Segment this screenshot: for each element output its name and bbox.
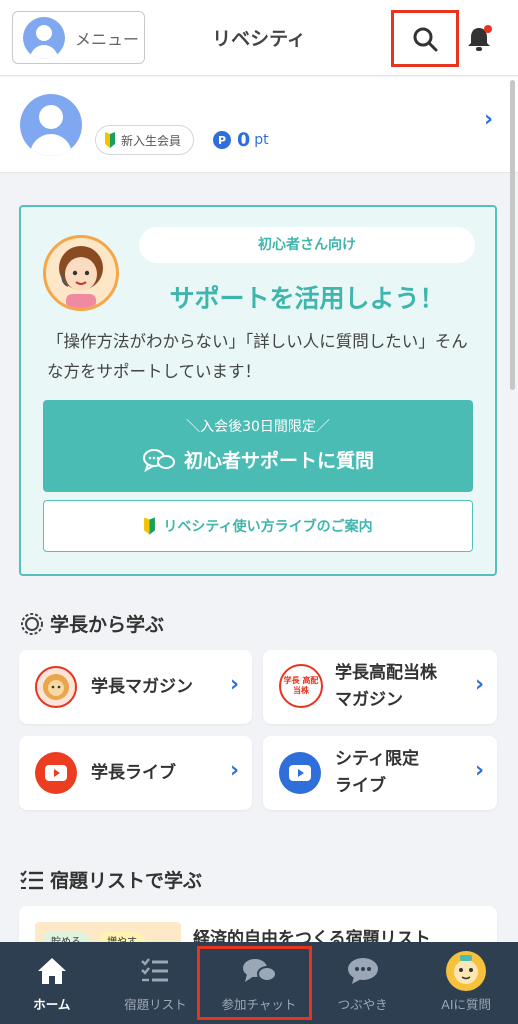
usage-live-link[interactable]: リベシティ使い方ライブのご案内: [43, 500, 473, 552]
support-title: サポートを活用しよう！: [169, 284, 445, 313]
points-icon: P: [213, 131, 231, 149]
beginner-support-button[interactable]: ＼入会後30日間限定／ 初心者サポートに質問: [43, 400, 473, 492]
chevron-right-icon: ›: [484, 107, 494, 132]
section-title-chief: 学長から学ぶ: [20, 610, 164, 637]
card-label: シティ限定 ライブ: [335, 746, 419, 800]
nav-ai-label: AIに質問: [441, 997, 492, 1012]
scrollbar[interactable]: [510, 80, 515, 390]
card-label-line1: シティ限定: [335, 749, 419, 769]
bell-icon[interactable]: [462, 22, 496, 56]
points-display: P 0 pt: [213, 129, 269, 151]
card-label: 学長高配当株 マガジン: [335, 660, 437, 714]
nav-tweet-label: つぶやき: [337, 997, 388, 1012]
card-city-live[interactable]: シティ限定 ライブ ›: [263, 736, 497, 810]
youtube-icon: [279, 752, 321, 794]
support-character-icon: [43, 235, 119, 311]
nav-homework[interactable]: 宿題リスト: [104, 942, 208, 1024]
chevron-right-icon: ›: [230, 672, 240, 697]
lion-outline-icon: [21, 612, 43, 635]
nav-home-label: ホーム: [33, 997, 71, 1012]
support-description: 「操作方法がわからない」「詳しい人に質問したい」そんな方をサポートしています！: [47, 332, 468, 381]
card-chief-live[interactable]: 学長ライブ ›: [19, 736, 252, 810]
profile-row[interactable]: 新入生会員 P 0 pt ›: [0, 77, 518, 173]
youtube-icon: [35, 752, 77, 794]
search-icon: [413, 27, 438, 51]
app-header: メニュー リベシティ: [0, 0, 518, 76]
chevron-right-icon: ›: [475, 758, 485, 783]
ai-lion-icon: [446, 951, 487, 991]
checklist-icon: [20, 869, 43, 889]
support-button-label: 初心者サポートに質問: [183, 450, 374, 472]
home-icon: [37, 958, 66, 984]
checklist-icon: [141, 958, 169, 982]
lion-icon: [35, 666, 77, 708]
beginner-mark-icon: [105, 132, 115, 148]
avatar: [20, 94, 82, 156]
support-button-sub: ＼入会後30日間限定／: [186, 419, 330, 435]
section-title-chief-label: 学長から学ぶ: [50, 614, 165, 636]
card-label-line1: 学長高配当株: [335, 663, 437, 683]
card-label: 学長ライブ: [91, 763, 176, 783]
section-title-homework: 宿題リストで学ぶ: [20, 866, 202, 893]
card-label: 学長マガジン: [91, 677, 193, 697]
nav-ai[interactable]: AIに質問: [414, 942, 518, 1024]
chevron-right-icon: ›: [230, 758, 240, 783]
card-label-line2: マガジン: [335, 690, 403, 710]
usage-live-label: リベシティ使い方ライブのご案内: [163, 519, 373, 535]
nav-homework-label: 宿題リスト: [124, 997, 187, 1012]
beginner-mark-icon: [144, 517, 156, 535]
badge-label: 新入生会員: [121, 133, 182, 148]
nav-tweet[interactable]: つぶやき: [311, 942, 415, 1024]
points-value: 0: [237, 129, 251, 151]
card-dividend-magazine[interactable]: 学長 高配当株 学長高配当株 マガジン ›: [263, 650, 497, 724]
chevron-right-icon: ›: [475, 672, 485, 697]
card-chief-magazine[interactable]: 学長マガジン ›: [19, 650, 252, 724]
stock-magazine-icon: 学長 高配当株: [279, 664, 323, 708]
support-bubble: 初心者さん向け: [139, 227, 475, 263]
nav-home[interactable]: ホーム: [0, 942, 104, 1024]
search-button[interactable]: [391, 10, 459, 67]
chat-bubbles-icon: [142, 448, 175, 472]
nav-chat-highlight: [197, 946, 312, 1020]
member-badge: 新入生会員: [95, 125, 195, 155]
support-card: 初心者さん向け サポートを活用しよう！ 「操作方法がわからない」「詳しい人に質問…: [19, 205, 497, 576]
points-unit: pt: [254, 132, 269, 148]
tweet-icon: [347, 958, 378, 984]
stock-magazine-icon-text: 学長 高配当株: [283, 676, 319, 695]
card-label-line2: ライブ: [335, 776, 386, 796]
section-title-homework-label: 宿題リストで学ぶ: [50, 870, 203, 892]
